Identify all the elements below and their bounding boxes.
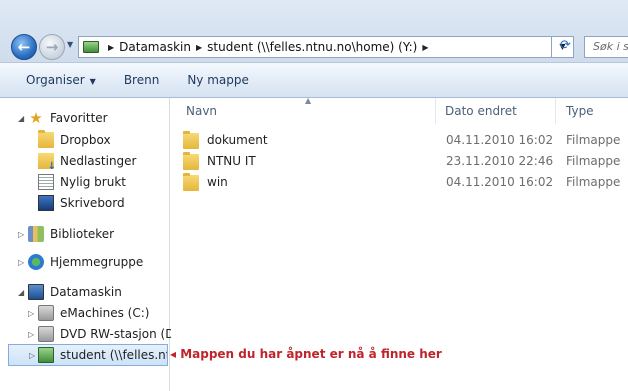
nav-label: Biblioteker (50, 227, 115, 241)
navigation-pane: ◢ ★ Favoritter Dropbox Nedlastinger Nyli… (0, 98, 183, 391)
column-header-date[interactable]: Dato endret (436, 98, 556, 124)
new-folder-label: Ny mappe (187, 73, 249, 87)
expand-closed-icon[interactable]: ▷ (29, 351, 35, 360)
nav-label: Hjemmegruppe (50, 255, 144, 269)
history-dropdown-icon[interactable]: ▼ (67, 40, 73, 49)
chevron-right-icon[interactable]: ▶ (422, 43, 428, 52)
chevron-right-icon[interactable]: ▶ (108, 43, 114, 52)
address-bar[interactable]: ▶ Datamaskin ▶ student (\\felles.ntnu.no… (78, 36, 552, 58)
burn-button[interactable]: Brenn (110, 73, 174, 87)
network-drive-icon (38, 347, 54, 363)
folder-icon (38, 130, 54, 148)
nav-item-dropbox[interactable]: Dropbox (38, 130, 111, 150)
expand-closed-icon[interactable]: ▷ (18, 230, 24, 239)
expand-closed-icon[interactable]: ▷ (28, 309, 34, 318)
file-name: win (207, 175, 228, 189)
folder-icon (183, 130, 199, 149)
nav-label: DVD RW-stasjon (D:) (60, 327, 184, 341)
nav-item-student-drive[interactable]: ▷ student (\\felles.ntnu (8, 344, 168, 366)
nav-label: eMachines (C:) (60, 306, 150, 320)
back-arrow-icon: ← (17, 38, 31, 56)
file-type: Filmappe (566, 154, 621, 168)
file-name-cell: NTNU IT (183, 151, 256, 172)
nav-label: student (\\felles.ntnu (60, 348, 167, 362)
refresh-icon[interactable]: ⟳ (560, 38, 571, 53)
nav-item-recent[interactable]: Nylig brukt (38, 172, 126, 192)
search-input[interactable]: Søk i stu (584, 36, 628, 58)
organise-label: Organiser (26, 73, 85, 87)
forward-button[interactable]: → (39, 34, 65, 60)
file-name: dokument (207, 133, 268, 147)
breadcrumb-datamaskin[interactable]: Datamaskin (119, 40, 191, 54)
file-name-cell: dokument (183, 130, 268, 151)
table-row[interactable]: NTNU IT 23.11.2010 22:46 Filmappe (183, 151, 628, 172)
nav-label: Favoritter (50, 111, 108, 125)
libraries-icon (28, 226, 44, 242)
file-name: NTNU IT (207, 154, 256, 168)
annotation-callout: ◂ Mappen du har åpnet er nå å finne her (170, 347, 442, 361)
recent-places-icon (38, 174, 54, 190)
nav-libraries[interactable]: Biblioteker (28, 224, 114, 244)
nav-item-drive-c[interactable]: eMachines (C:) (38, 303, 149, 323)
expand-closed-icon[interactable]: ▷ (28, 330, 34, 339)
caret-down-icon: ▼ (89, 77, 96, 86)
forward-arrow-icon: → (45, 38, 59, 56)
file-type: Filmappe (566, 133, 621, 147)
burn-label: Brenn (123, 73, 160, 87)
annotation-text: Mappen du har åpnet er nå å finne her (180, 347, 442, 361)
homegroup-icon (28, 254, 44, 270)
table-row[interactable]: win 04.11.2010 16:02 Filmappe (183, 172, 628, 193)
nav-favorites[interactable]: ★ Favoritter (28, 108, 108, 128)
nav-homegroup[interactable]: Hjemmegruppe (28, 252, 143, 272)
breadcrumb-student[interactable]: student (\\felles.ntnu.no\home) (Y:) (207, 40, 417, 54)
file-date: 04.11.2010 16:02 (446, 175, 554, 189)
new-folder-button[interactable]: Ny mappe (173, 73, 263, 87)
pointer-left-icon: ◂ (170, 347, 181, 361)
nav-label: Datamaskin (50, 285, 122, 299)
address-region: ← → ▼ ▶ Datamaskin ▶ student (\\felles.n… (0, 0, 628, 63)
chevron-right-icon[interactable]: ▶ (196, 43, 202, 52)
file-type: Filmappe (566, 175, 621, 189)
file-name-cell: win (183, 172, 228, 193)
nav-label: Nylig brukt (60, 175, 126, 189)
nav-label: Dropbox (60, 133, 111, 147)
organise-button[interactable]: Organiser ▼ (0, 73, 110, 87)
nav-item-downloads[interactable]: Nedlastinger (38, 151, 137, 172)
folder-icon (183, 151, 199, 170)
column-header-type[interactable]: Type (556, 98, 628, 124)
command-bar: Organiser ▼ Brenn Ny mappe (0, 63, 628, 98)
file-date: 23.11.2010 22:46 (446, 154, 554, 168)
computer-icon (28, 284, 44, 300)
table-row[interactable]: dokument 04.11.2010 16:02 Filmappe (183, 130, 628, 151)
nav-item-desktop[interactable]: Skrivebord (38, 193, 125, 213)
expand-open-icon[interactable]: ◢ (18, 288, 24, 297)
nav-label: Skrivebord (60, 196, 125, 210)
downloads-folder-icon (38, 153, 56, 172)
star-icon: ★ (29, 109, 43, 127)
expand-closed-icon[interactable]: ▷ (18, 258, 24, 267)
folder-icon (183, 172, 199, 191)
nav-computer[interactable]: Datamaskin (28, 282, 122, 302)
nav-item-dvd-drive[interactable]: DVD RW-stasjon (D:) (38, 324, 183, 344)
desktop-icon (38, 195, 54, 211)
file-date: 04.11.2010 16:02 (446, 133, 554, 147)
expand-open-icon[interactable]: ◢ (18, 114, 24, 123)
back-button[interactable]: ← (11, 34, 37, 60)
dvd-drive-icon (38, 326, 54, 342)
column-header-name[interactable]: Navn (171, 98, 436, 124)
network-drive-icon (83, 41, 99, 53)
nav-label: Nedlastinger (60, 154, 137, 168)
hard-drive-icon (38, 305, 54, 321)
